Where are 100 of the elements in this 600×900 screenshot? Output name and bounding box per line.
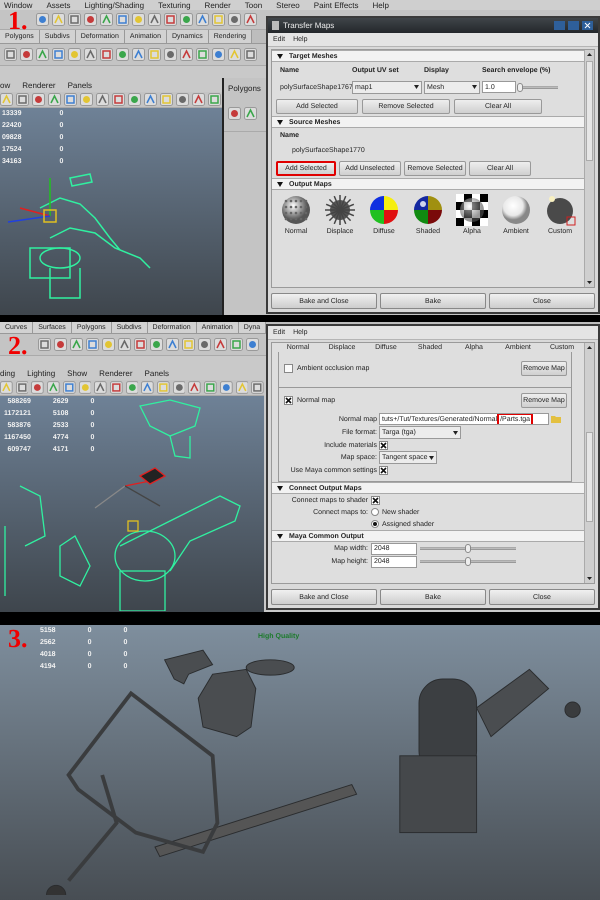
tool-icon[interactable] <box>148 48 161 61</box>
tool-icon[interactable] <box>236 381 248 394</box>
tool-icon[interactable] <box>80 93 93 106</box>
tool-icon[interactable] <box>244 107 257 120</box>
slider-thumb[interactable] <box>465 544 471 553</box>
collapse-triangle-icon[interactable] <box>277 54 283 58</box>
tool-icon[interactable] <box>68 48 81 61</box>
collapse-triangle-icon[interactable] <box>277 534 283 538</box>
tool-icon[interactable] <box>228 48 241 61</box>
tool-icon[interactable] <box>212 48 225 61</box>
checkbox[interactable] <box>379 440 388 450</box>
menu-item[interactable]: Texturing <box>158 2 191 10</box>
tool-icon[interactable] <box>110 381 123 394</box>
checkbox[interactable] <box>371 496 380 504</box>
tool-icon[interactable] <box>166 338 179 351</box>
collapse-triangle-icon[interactable] <box>277 486 283 490</box>
tool-icon[interactable] <box>52 48 65 61</box>
tool-icon[interactable] <box>126 381 138 394</box>
tool-icon[interactable] <box>148 13 161 26</box>
menu-item[interactable]: Lighting <box>27 368 56 378</box>
tool-icon[interactable] <box>86 338 99 351</box>
menu-item[interactable]: Renderer <box>22 80 56 90</box>
menu-item[interactable]: Panels <box>68 80 92 90</box>
tool-icon[interactable] <box>214 338 227 351</box>
tool-icon[interactable] <box>160 93 173 106</box>
tool-icon[interactable] <box>16 381 28 394</box>
menu-item[interactable]: ow <box>0 80 10 90</box>
tool-icon[interactable] <box>16 93 29 106</box>
tool-icon[interactable] <box>244 48 257 61</box>
tool-icon[interactable] <box>128 93 141 106</box>
checkbox[interactable] <box>379 466 388 474</box>
checkbox[interactable] <box>284 396 293 404</box>
tool-icon[interactable] <box>212 13 225 26</box>
sphere-icon[interactable] <box>324 194 356 226</box>
slider-track[interactable] <box>420 557 516 566</box>
checker-icon[interactable] <box>456 194 488 226</box>
tool-icon[interactable] <box>230 338 243 351</box>
menu-item[interactable]: Help <box>372 2 389 10</box>
tool-icon[interactable] <box>134 338 147 351</box>
tool-icon[interactable] <box>141 381 154 394</box>
radio-button[interactable] <box>371 508 379 516</box>
slider-thumb[interactable] <box>465 557 471 566</box>
tool-icon[interactable] <box>0 381 13 394</box>
scrollbar[interactable] <box>584 50 594 287</box>
tool-icon[interactable] <box>188 381 202 394</box>
tool-icon[interactable] <box>196 48 209 61</box>
menu-item[interactable]: Lighting/Shading <box>84 2 144 10</box>
tool-icon[interactable] <box>132 48 145 61</box>
tool-icon[interactable] <box>150 338 163 351</box>
tool-icon[interactable] <box>196 13 209 26</box>
tool-icon[interactable] <box>84 48 97 61</box>
collapse-triangle-icon[interactable] <box>277 120 283 124</box>
menu-item[interactable]: Show <box>67 368 88 378</box>
tool-icon[interactable] <box>112 93 125 106</box>
tool-icon[interactable] <box>102 338 115 351</box>
checkbox[interactable] <box>284 364 293 372</box>
tool-icon[interactable] <box>68 13 81 26</box>
tool-icon[interactable] <box>32 93 45 106</box>
collapse-triangle-icon[interactable] <box>277 182 283 186</box>
radio-button[interactable] <box>371 520 379 528</box>
tool-icon[interactable] <box>164 48 177 61</box>
tool-icon[interactable] <box>251 381 264 394</box>
tool-icon[interactable] <box>244 13 257 26</box>
tool-icon[interactable] <box>246 338 259 351</box>
tool-icon[interactable] <box>84 13 97 26</box>
tool-icon[interactable] <box>64 93 77 106</box>
tool-icon[interactable] <box>38 338 51 351</box>
tool-icon[interactable] <box>116 48 129 61</box>
tool-icon[interactable] <box>96 93 109 106</box>
tool-icon[interactable] <box>220 381 233 394</box>
tool-icon[interactable] <box>48 93 61 106</box>
sphere-icon[interactable] <box>280 194 312 226</box>
menu-item[interactable]: Assets <box>46 2 70 10</box>
tool-icon[interactable] <box>157 381 170 394</box>
tool-icon[interactable] <box>180 48 193 61</box>
tool-icon[interactable] <box>172 381 186 394</box>
menu-item[interactable]: Stereo <box>276 2 300 10</box>
tool-icon[interactable] <box>70 338 83 351</box>
sphere-icon[interactable] <box>544 194 576 226</box>
tool-icon[interactable] <box>132 13 145 26</box>
tool-icon[interactable] <box>20 48 33 61</box>
menu-item[interactable]: Panels <box>144 368 169 378</box>
tool-icon[interactable] <box>4 48 17 61</box>
menu-item[interactable]: ding <box>0 368 16 378</box>
menu-item[interactable]: Window <box>4 2 32 10</box>
menu-item[interactable]: Paint Effects <box>314 2 358 10</box>
tool-icon[interactable] <box>100 13 113 26</box>
tool-icon[interactable] <box>192 93 205 106</box>
sphere-icon[interactable] <box>368 194 400 226</box>
tool-icon[interactable] <box>47 381 60 394</box>
tool-icon[interactable] <box>228 13 241 26</box>
tool-icon[interactable] <box>118 338 131 351</box>
sphere-icon[interactable] <box>412 194 444 226</box>
tool-icon[interactable] <box>228 107 241 120</box>
menu-item[interactable]: Renderer <box>99 368 133 378</box>
tool-icon[interactable] <box>144 93 157 106</box>
scrollbar[interactable] <box>584 343 594 583</box>
tool-icon[interactable] <box>116 13 129 26</box>
tool-icon[interactable] <box>180 13 193 26</box>
slider-track[interactable] <box>420 544 516 553</box>
